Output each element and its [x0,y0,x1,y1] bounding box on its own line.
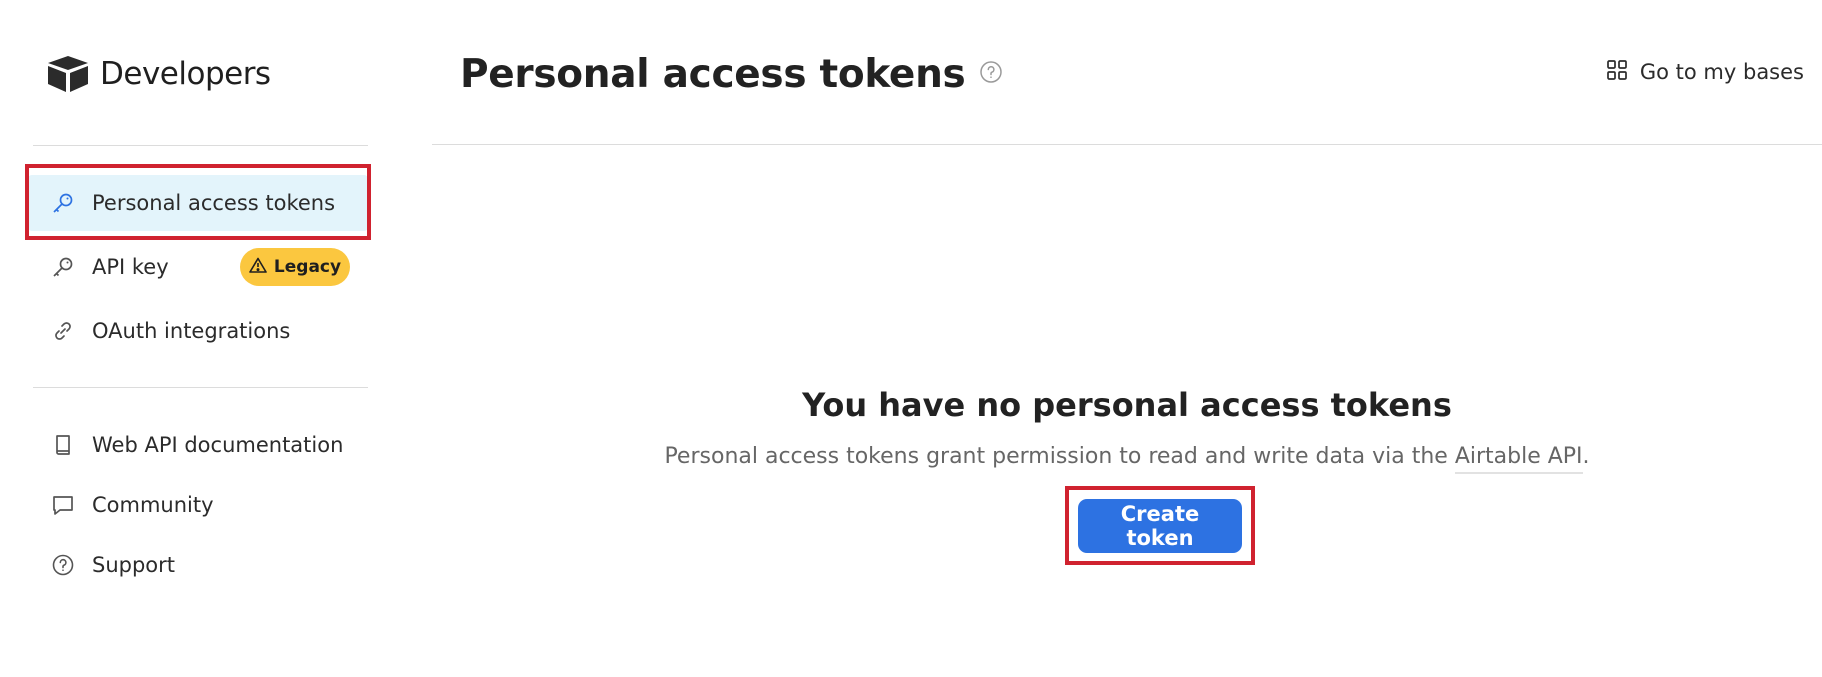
sidebar-item-label: API key [92,255,169,279]
brand[interactable]: Developers [46,52,271,96]
sidebar-divider-bottom [33,387,368,388]
sidebar-item-support[interactable]: Support [28,537,368,593]
help-circle-icon [50,552,76,578]
key-icon [50,254,76,280]
empty-state-title: You have no personal access tokens [802,386,1452,424]
header-divider [432,144,1822,145]
go-to-my-bases-label: Go to my bases [1639,60,1804,84]
legacy-badge: Legacy [240,248,350,286]
sidebar-divider-top [33,145,368,146]
go-to-my-bases-link[interactable]: Go to my bases [1606,54,1804,90]
sidebar-item-label: Community [92,493,214,517]
sidebar-item-label: Support [92,553,176,577]
empty-state-description: Personal access tokens grant permission … [432,444,1822,474]
sidebar-item-label: OAuth integrations [92,319,291,343]
help-circle-icon[interactable] [979,60,1003,88]
sidebar-item-web-api-documentation[interactable]: Web API documentation [28,417,368,473]
sidebar-item-label: Web API documentation [92,433,344,457]
empty-state-description-text: Personal access tokens grant permission … [664,444,1455,469]
sidebar-item-community[interactable]: Community [28,477,368,533]
book-icon [50,432,76,458]
create-token-button[interactable]: Create token [1078,499,1242,553]
grid-icon [1606,59,1628,86]
warning-icon [249,257,267,278]
airtable-api-link[interactable]: Airtable API [1454,444,1583,474]
sidebar-item-label: Personal access tokens [92,191,336,215]
box-logo-icon [46,54,90,94]
page-header: Personal access tokens [460,46,1003,102]
empty-state-description-end: . [1582,444,1590,469]
legacy-badge-label: Legacy [273,257,342,277]
chat-bubble-icon [50,492,76,518]
page-title: Personal access tokens [460,51,966,97]
brand-name: Developers [100,56,271,92]
link-icon [50,318,76,344]
sidebar-item-oauth-integrations[interactable]: OAuth integrations [28,303,368,359]
sidebar-item-personal-access-tokens[interactable]: Personal access tokens [28,175,368,231]
key-icon [50,190,76,216]
